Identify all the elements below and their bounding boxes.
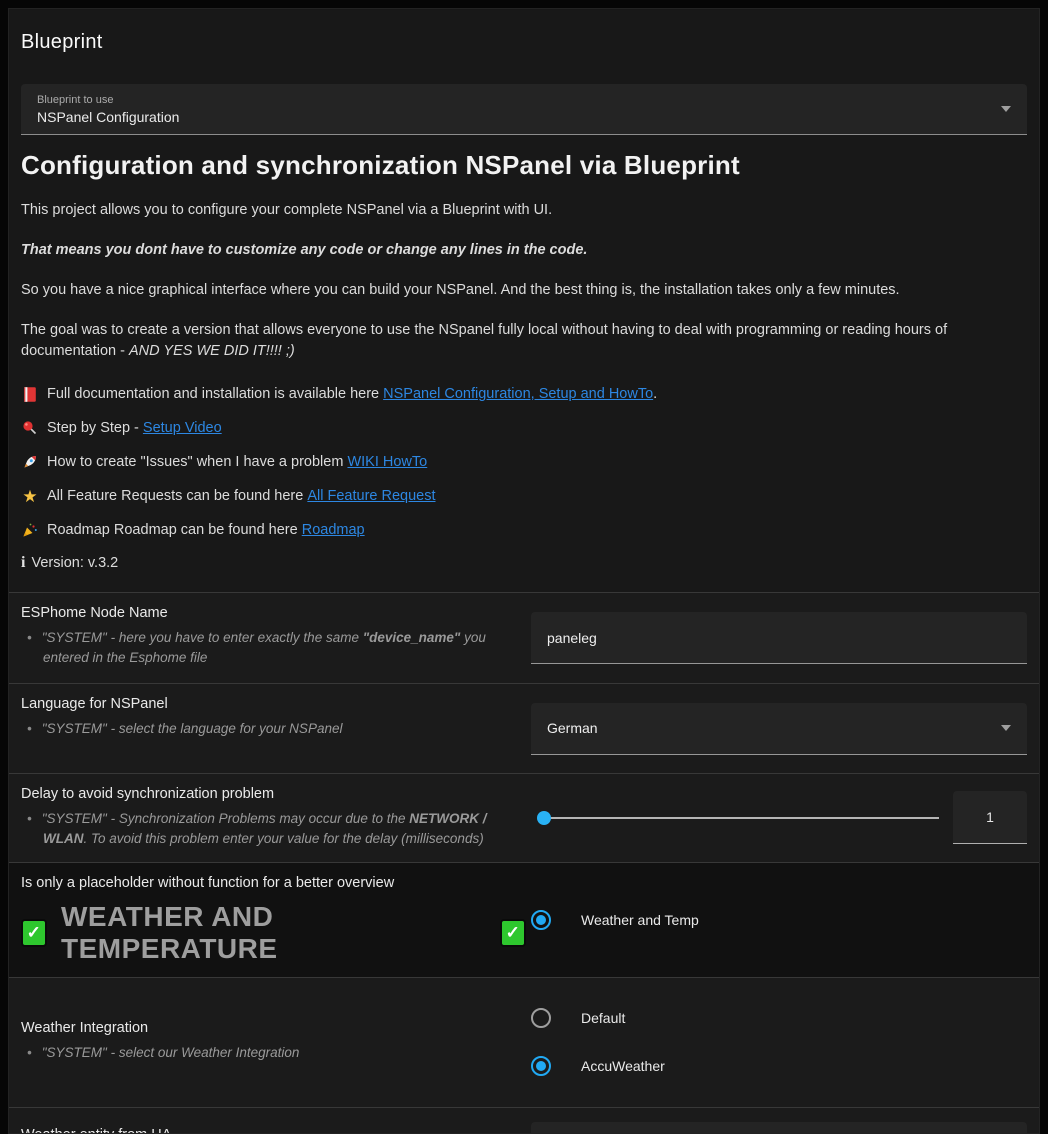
intro-paragraph-4-em: AND YES WE DID IT!!!! ;): [129, 343, 295, 359]
desc-text: "SYSTEM" - Synchronization Problems may …: [42, 811, 410, 826]
row-label: ESPhome Node Name: [21, 605, 526, 621]
esphome-node-name-value: paneleg: [547, 630, 1011, 646]
doc-link-item: Full documentation and installation is a…: [21, 384, 1027, 404]
link-prefix: All Feature Requests can be found here: [47, 488, 303, 504]
link-prefix: Roadmap Roadmap can be found here: [47, 522, 298, 538]
doc-link-item: Step by Step - Setup Video: [21, 418, 1027, 438]
row-description: "SYSTEM" - select our Weather Integratio…: [43, 1043, 498, 1063]
blueprint-to-use-select[interactable]: Blueprint to use NSPanel Configuration: [21, 84, 1027, 135]
red-book-icon: [21, 385, 39, 403]
row-description: "SYSTEM" - select the language for your …: [43, 719, 498, 739]
desc-bold: "device_name": [363, 630, 461, 645]
row-language: Language for NSPanel "SYSTEM" - select t…: [9, 683, 1039, 773]
radio-label: AccuWeather: [581, 1058, 665, 1074]
star-icon: ★: [21, 487, 39, 505]
radio-button-icon[interactable]: [531, 910, 551, 930]
intro-paragraph-2: That means you dont have to customize an…: [21, 240, 1027, 261]
language-select-value: German: [547, 720, 1001, 736]
delay-slider-thumb[interactable]: [537, 811, 551, 825]
settings-rows: ESPhome Node Name "SYSTEM" - here you ha…: [9, 592, 1039, 1134]
intro-paragraph-1: This project allows you to configure you…: [21, 200, 1027, 221]
doc-link-list: Full documentation and installation is a…: [21, 384, 1027, 572]
radio-weather-and-temp[interactable]: Weather and Temp: [531, 910, 699, 930]
row-label: Language for NSPanel: [21, 696, 526, 712]
chevron-down-icon: [1001, 725, 1011, 731]
link-suffix: .: [653, 386, 657, 402]
white-check-mark-icon: ✓: [21, 919, 47, 947]
desc-text: "SYSTEM" - here you have to enter exactl…: [42, 630, 363, 645]
row-description: "SYSTEM" - here you have to enter exactl…: [43, 628, 498, 669]
radio-accuweather[interactable]: AccuWeather: [531, 1056, 665, 1076]
doc-link-item: ★ All Feature Requests can be found here…: [21, 486, 1027, 506]
intro-heading: Configuration and synchronization NSPane…: [21, 150, 1027, 181]
row-label: Delay to avoid synchronization problem: [21, 786, 526, 802]
version-line: i Version: v.3.2: [21, 554, 1027, 572]
pushpin-icon: [21, 419, 39, 437]
feature-request-link[interactable]: All Feature Request: [307, 488, 435, 504]
link-prefix: Step by Step -: [47, 420, 139, 436]
link-prefix: Full documentation and installation is a…: [47, 386, 379, 402]
page-title: Blueprint: [9, 9, 1039, 54]
setup-video-link[interactable]: Setup Video: [143, 420, 222, 436]
row-label: Is only a placeholder without function f…: [21, 875, 526, 891]
blueprint-select-label: Blueprint to use: [37, 94, 1001, 106]
radio-button-icon[interactable]: [531, 1008, 551, 1028]
row-weather-placeholder: Is only a placeholder without function f…: [9, 862, 1039, 977]
row-description: "SYSTEM" - Synchronization Problems may …: [43, 809, 498, 850]
radio-label: Default: [581, 1010, 625, 1026]
row-label: Weather entity from HA: [21, 1127, 526, 1134]
link-prefix: How to create "Issues" when I have a pro…: [47, 454, 343, 470]
row-esphome-node-name: ESPhome Node Name "SYSTEM" - here you ha…: [9, 592, 1039, 683]
rocket-icon: [21, 453, 39, 471]
intro-paragraph-3: So you have a nice graphical interface w…: [21, 280, 1027, 301]
language-select[interactable]: German: [531, 703, 1027, 755]
blueprint-card: Blueprint Blueprint to use NSPanel Confi…: [8, 8, 1040, 1134]
row-delay: Delay to avoid synchronization problem "…: [9, 773, 1039, 862]
intro-section: Configuration and synchronization NSPane…: [9, 150, 1039, 572]
row-weather-entity: Weather entity from HA "SYSTEM" - Select…: [9, 1107, 1039, 1134]
wiki-howto-link[interactable]: WIKI HowTo: [347, 454, 427, 470]
row-weather-integration: Weather Integration "SYSTEM" - select ou…: [9, 977, 1039, 1107]
delay-slider[interactable]: [539, 817, 939, 819]
desc-text: . To avoid this problem enter your value…: [84, 831, 484, 846]
delay-value-input[interactable]: 1: [953, 791, 1027, 844]
doc-link-item: How to create "Issues" when I have a pro…: [21, 452, 1027, 472]
row-label: Weather Integration: [21, 1020, 526, 1036]
blueprint-select-value: NSPanel Configuration: [37, 109, 1001, 125]
intro-paragraph-4: The goal was to create a version that al…: [21, 320, 1027, 362]
weather-temperature-heading: ✓ WEATHER AND TEMPERATURE ✓: [21, 901, 526, 965]
roadmap-link[interactable]: Roadmap: [302, 522, 365, 538]
weather-entity-picker[interactable]: Entity* Home ×: [531, 1122, 1027, 1134]
docs-link[interactable]: NSPanel Configuration, Setup and HowTo: [383, 386, 653, 402]
radio-default[interactable]: Default: [531, 1008, 665, 1028]
radio-label: Weather and Temp: [581, 912, 699, 928]
radio-button-icon[interactable]: [531, 1056, 551, 1076]
weather-temperature-heading-text: WEATHER AND TEMPERATURE: [61, 901, 486, 965]
version-text: Version: v.3.2: [31, 555, 118, 571]
chevron-down-icon: [1001, 106, 1011, 112]
party-popper-icon: [21, 521, 39, 539]
esphome-node-name-input[interactable]: paneleg: [531, 612, 1027, 664]
delay-value: 1: [986, 809, 994, 825]
doc-link-item: Roadmap Roadmap can be found here Roadma…: [21, 520, 1027, 540]
info-icon: i: [21, 554, 25, 572]
white-check-mark-icon: ✓: [500, 919, 526, 947]
